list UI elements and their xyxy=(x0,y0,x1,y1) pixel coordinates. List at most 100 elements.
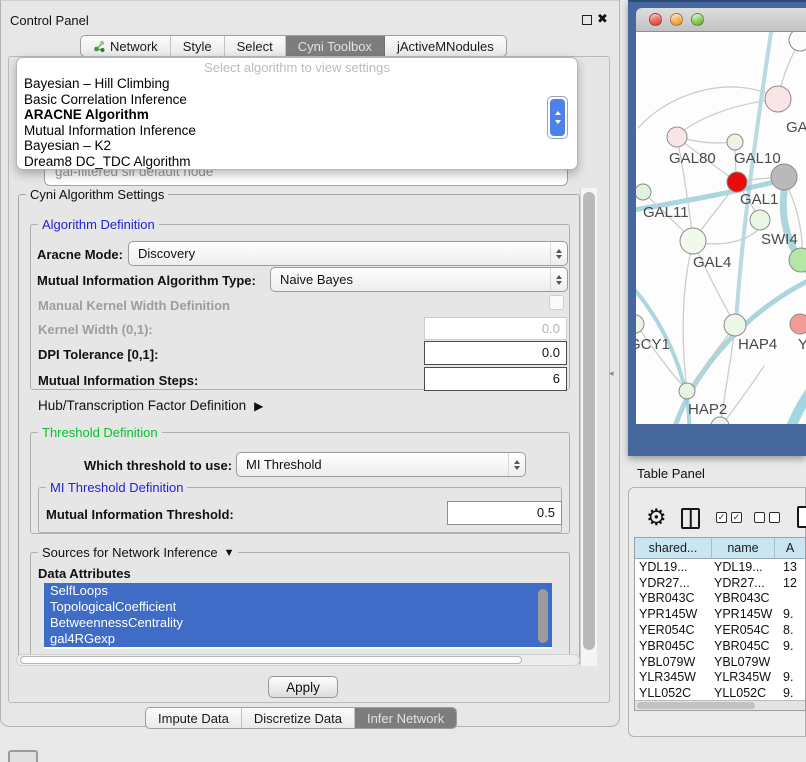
tab-impute-data[interactable]: Impute Data xyxy=(146,708,242,728)
dropdown-item[interactable]: Mutual Information Inference xyxy=(17,123,577,139)
tab-style[interactable]: Style xyxy=(171,36,225,56)
table-cell: YDL19... xyxy=(712,560,775,574)
node-label: SWI4 xyxy=(761,231,798,248)
mi-type-select[interactable]: Naive Bayes xyxy=(270,267,568,292)
graph-node[interactable] xyxy=(636,315,644,333)
list-scrollbar-thumb[interactable] xyxy=(538,589,548,643)
table-row[interactable]: YLL052CYLL052C9. xyxy=(635,685,805,701)
table-hscrollbar[interactable] xyxy=(635,700,805,710)
aracne-mode-select[interactable]: Discovery xyxy=(128,241,568,266)
tab-discretize-data[interactable]: Discretize Data xyxy=(242,708,355,728)
graph-node[interactable] xyxy=(727,134,743,150)
float-window-icon[interactable] xyxy=(582,15,592,25)
graph-node[interactable] xyxy=(789,32,806,51)
close-traffic-icon[interactable] xyxy=(649,13,662,26)
column-header[interactable]: name xyxy=(712,538,775,558)
columns-icon[interactable] xyxy=(681,508,700,529)
table-cell: YDL19... xyxy=(635,560,712,574)
table-cell: 9. xyxy=(775,639,805,653)
minimized-window-icon[interactable] xyxy=(8,750,38,762)
hscrollbar-thumb[interactable] xyxy=(20,656,522,664)
table-cell: YDR27... xyxy=(712,576,775,590)
tab-cyni-toolbox[interactable]: Cyni Toolbox xyxy=(286,36,385,56)
deselect-all-checkboxes-icon[interactable] xyxy=(754,512,780,523)
table-cell: 13 xyxy=(775,560,805,574)
table-cell: YBL079W xyxy=(712,655,775,669)
dropdown-item[interactable]: Basic Correlation Inference xyxy=(17,92,577,108)
table-hscrollbar-thumb[interactable] xyxy=(637,702,755,709)
sources-group-title[interactable]: Sources for Network Inference ▼ xyxy=(38,545,238,560)
table-row[interactable]: YDL19...YDL19...13 xyxy=(635,559,805,575)
column-header[interactable]: shared... xyxy=(635,538,712,558)
graph-node[interactable] xyxy=(680,228,706,254)
graph-node[interactable] xyxy=(765,86,791,112)
table-row[interactable]: YDR27...YDR27...12 xyxy=(635,575,805,591)
vscrollbar-thumb[interactable] xyxy=(583,192,595,650)
graph-edge xyxy=(782,366,806,424)
column-header[interactable]: A xyxy=(775,538,805,558)
document-icon[interactable] xyxy=(797,506,806,528)
node-label: HAP2 xyxy=(688,401,727,418)
manual-kernel-checkbox[interactable] xyxy=(549,295,564,310)
dropdown-item[interactable]: Bayesian – Hill Climbing xyxy=(17,76,577,92)
graph-node[interactable] xyxy=(771,164,797,190)
dpi-tolerance-label: DPI Tolerance [0,1]: xyxy=(38,347,158,362)
kernel-width-field: 0.0 xyxy=(424,317,567,340)
stepper-icon xyxy=(550,268,567,291)
table-cell: 8. xyxy=(775,623,805,637)
desktop: Control Panel ✖ Network Style Select Cyn… xyxy=(0,0,806,762)
data-attributes-label: Data Attributes xyxy=(38,566,131,581)
graph-node[interactable] xyxy=(636,184,651,200)
gear-icon[interactable]: ⚙ xyxy=(646,506,667,529)
settings-vscrollbar[interactable] xyxy=(580,188,597,666)
table-rows: YDL19...YDL19...13YDR27...YDR27...12YBR0… xyxy=(635,559,805,701)
data-attributes-list[interactable]: SelfLoops TopologicalCoefficient Between… xyxy=(44,583,552,649)
select-all-checkboxes-icon[interactable]: ✓✓ xyxy=(716,512,742,523)
table-row[interactable]: YER054CYER054C8. xyxy=(635,622,805,638)
mi-steps-field[interactable]: 6 xyxy=(424,367,567,391)
close-icon[interactable]: ✖ xyxy=(597,11,608,27)
table-cell: YBR043C xyxy=(635,591,712,605)
dropdown-prompt: Select algorithm to view settings xyxy=(17,58,577,76)
tab-jactivemnodules[interactable]: jActiveMNodules xyxy=(385,36,506,56)
table-row[interactable]: YBL079WYBL079W xyxy=(635,654,805,670)
network-window-titlebar[interactable] xyxy=(636,8,806,32)
dropdown-item[interactable]: Dream8 DC_TDC Algorithm xyxy=(17,154,577,170)
graph-node[interactable] xyxy=(750,210,770,230)
table-row[interactable]: YBR045CYBR045C9. xyxy=(635,638,805,654)
cyni-bottom-tabbar: Impute Data Discretize Data Infer Networ… xyxy=(145,707,457,729)
tab-label: Network xyxy=(110,39,158,54)
mi-steps-label: Mutual Information Steps: xyxy=(38,373,198,388)
table-row[interactable]: YLR345WYLR345W9. xyxy=(635,670,805,686)
graph-node[interactable] xyxy=(727,172,747,192)
graph-node[interactable] xyxy=(679,383,695,399)
dropdown-item[interactable]: Bayesian – K2 xyxy=(17,138,577,154)
graph-node[interactable] xyxy=(724,314,746,336)
tab-infer-network[interactable]: Infer Network xyxy=(355,708,456,728)
table-row[interactable]: YBR043CYBR043C xyxy=(635,591,805,607)
splitter-handle[interactable]: ◂ xyxy=(609,366,619,380)
hub-section-toggle[interactable]: Hub/Transcription Factor Definition ▶ xyxy=(38,398,263,413)
dropdown-item-highlighted[interactable]: ARACNE Algorithm xyxy=(17,107,577,123)
which-threshold-select[interactable]: MI Threshold xyxy=(236,452,526,477)
combo-stepper-fragment[interactable] xyxy=(547,96,568,139)
graph-node[interactable] xyxy=(790,314,806,334)
tab-network[interactable]: Network xyxy=(81,36,171,56)
zoom-traffic-icon[interactable] xyxy=(691,13,704,26)
list-item[interactable]: BetweennessCentrality xyxy=(44,615,552,631)
table-row[interactable]: YPR145WYPR145W9. xyxy=(635,606,805,622)
list-item[interactable]: gal4RGexp xyxy=(44,631,552,647)
apply-button[interactable]: Apply xyxy=(268,676,338,698)
list-item[interactable]: SelfLoops xyxy=(44,583,552,599)
mi-threshold-field[interactable]: 0.5 xyxy=(447,501,562,525)
algorithm-dropdown-popup: Select algorithm to view settings Bayesi… xyxy=(16,57,578,170)
manual-kernel-label: Manual Kernel Width Definition xyxy=(38,298,230,313)
minimize-traffic-icon[interactable] xyxy=(670,13,683,26)
list-item[interactable]: TopologicalCoefficient xyxy=(44,599,552,615)
network-canvas[interactable]: GALGAL80GAL10GAL1GAL11SWI4GAL4GCY1HAP4YH… xyxy=(636,32,806,424)
stepper-up-icon xyxy=(555,111,561,115)
dpi-tolerance-field[interactable]: 0.0 xyxy=(424,341,567,365)
graph-node[interactable] xyxy=(667,127,687,147)
settings-hscrollbar[interactable] xyxy=(16,654,580,666)
tab-select[interactable]: Select xyxy=(225,36,286,56)
